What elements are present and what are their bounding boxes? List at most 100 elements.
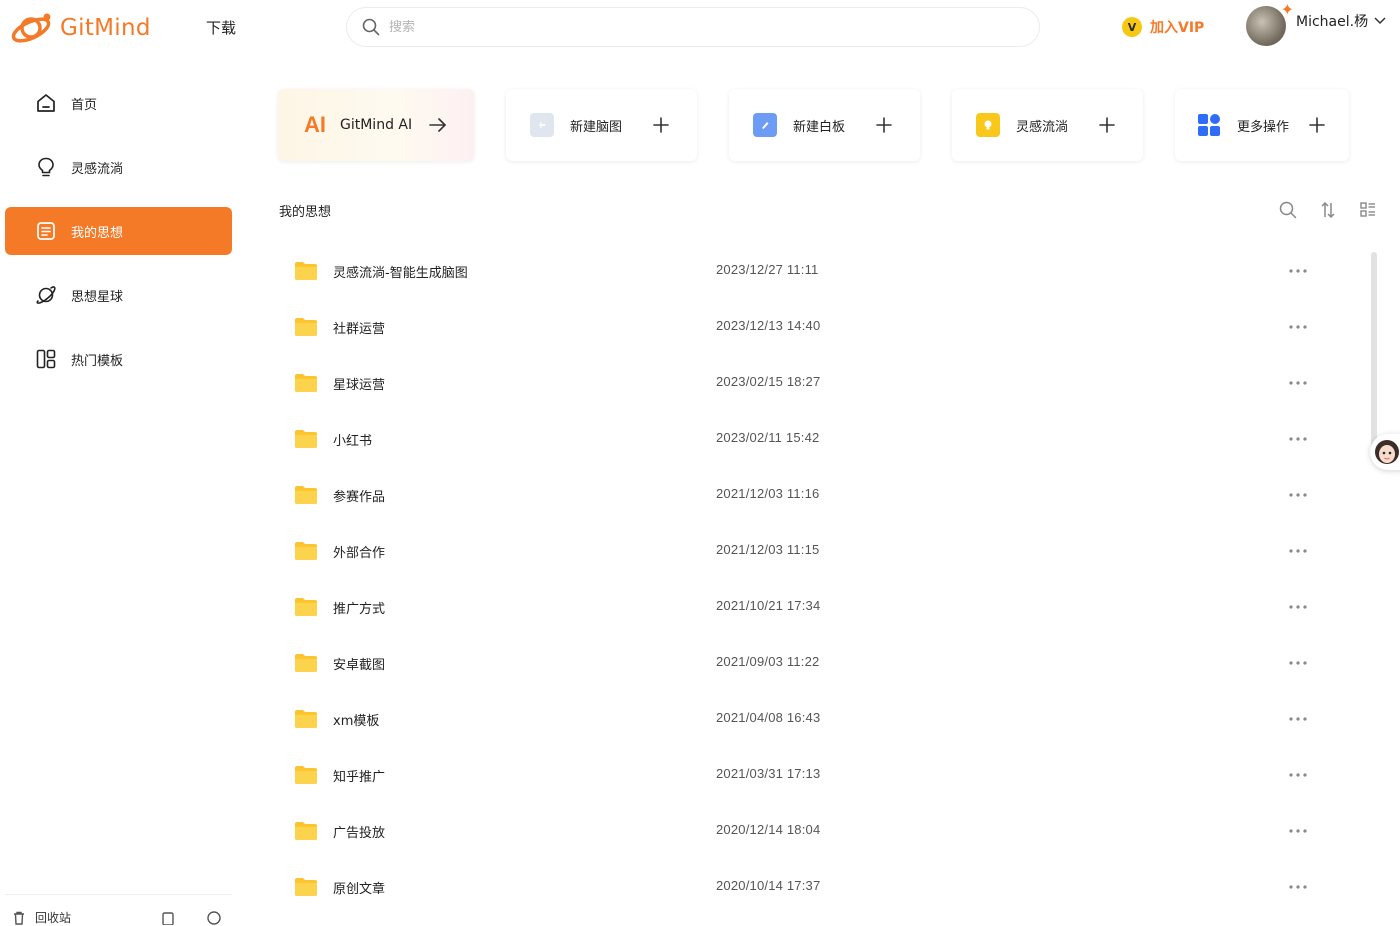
search-icon[interactable] — [1278, 200, 1298, 220]
folder-row[interactable]: 知乎推广 2021/03/31 17:13 — [278, 747, 1338, 803]
vip-badge-icon: V — [1122, 17, 1142, 37]
ai-card-label: GitMind AI — [340, 117, 413, 133]
sidebar-item-label: 首页 — [71, 97, 98, 113]
gitmind-logo[interactable]: GitMind — [10, 8, 151, 48]
folder-name: 广告投放 — [333, 826, 386, 841]
new-mindmap-label: 新建脑图 — [570, 119, 623, 135]
search-icon — [362, 18, 380, 36]
folder-icon — [295, 430, 317, 448]
more-options-icon[interactable] — [1286, 877, 1310, 897]
list-view-icon[interactable] — [1358, 200, 1378, 220]
sidebar-item-home[interactable]: 首页 — [5, 79, 232, 127]
sort-icon[interactable] — [1318, 200, 1338, 220]
search-input[interactable] — [389, 19, 989, 35]
folder-name: 社群运营 — [333, 322, 386, 337]
more-options-icon[interactable] — [1286, 709, 1310, 729]
new-mindmap-card[interactable]: 新建脑图 — [506, 89, 697, 161]
folder-icon — [295, 654, 317, 672]
folder-name: 灵感流淌-智能生成脑图 — [333, 266, 468, 281]
search-bar[interactable] — [346, 7, 1040, 47]
folder-icon — [295, 878, 317, 896]
folder-name: 星球运营 — [333, 378, 386, 393]
new-whiteboard-card[interactable]: 新建白板 — [729, 89, 920, 161]
folder-row[interactable]: 星球运营 2023/02/15 18:27 — [278, 355, 1338, 411]
folder-row[interactable]: 广告投放 2020/12/14 18:04 — [278, 803, 1338, 859]
more-options-icon[interactable] — [1286, 653, 1310, 673]
more-actions-card[interactable]: 更多操作 — [1175, 89, 1349, 161]
folder-name: 知乎推广 — [333, 770, 386, 785]
assistant-face-icon — [1375, 440, 1399, 464]
folder-icon — [295, 542, 317, 560]
home-icon — [37, 94, 55, 112]
user-menu[interactable]: ✦ Michael.杨 — [1246, 0, 1386, 46]
clipboard-icon[interactable] — [161, 911, 175, 925]
lightbulb-icon — [976, 113, 1000, 137]
folder-row[interactable]: 推广方式 2021/10/21 17:34 — [278, 579, 1338, 635]
sidebar-item-thought-planet[interactable]: 思想星球 — [5, 271, 232, 319]
folder-row[interactable]: 原创文章 2020/10/14 17:37 — [278, 859, 1338, 915]
folder-row[interactable]: 外部合作 2021/12/03 11:15 — [278, 523, 1338, 579]
more-options-icon[interactable] — [1286, 821, 1310, 841]
template-icon — [36, 349, 56, 369]
sidebar-item-label: 热门模板 — [71, 353, 124, 369]
plus-icon — [1309, 117, 1325, 133]
plus-icon — [653, 117, 669, 133]
folder-date: 2021/09/03 11:22 — [716, 654, 820, 669]
more-options-icon[interactable] — [1286, 765, 1310, 785]
more-options-icon[interactable] — [1286, 485, 1310, 505]
sidebar-item-my-thoughts[interactable]: 我的思想 — [5, 207, 232, 255]
folder-date: 2023/02/11 15:42 — [716, 430, 820, 445]
folder-row[interactable]: 灵感流淌-智能生成脑图 2023/12/27 11:11 — [278, 243, 1338, 299]
join-vip-button[interactable]: V 加入VIP — [1122, 17, 1204, 37]
folder-icon — [295, 598, 317, 616]
gitmind-logo-icon — [11, 13, 51, 43]
plus-icon — [1099, 117, 1115, 133]
folder-row[interactable]: 小红书 2023/02/11 15:42 — [278, 411, 1338, 467]
folder-date: 2023/02/15 18:27 — [716, 374, 821, 389]
more-options-icon[interactable] — [1286, 541, 1310, 561]
brand-name: GitMind — [60, 15, 151, 41]
top-header: GitMind 下载 V 加入VIP ✦ Michael.杨 — [0, 0, 1400, 56]
folder-row[interactable]: xm模板 2021/04/08 16:43 — [278, 691, 1338, 747]
folder-row[interactable]: 参赛作品 2021/12/03 11:16 — [278, 467, 1338, 523]
folder-date: 2023/12/27 11:11 — [716, 262, 819, 277]
more-options-icon[interactable] — [1286, 597, 1310, 617]
more-options-icon[interactable] — [1286, 261, 1310, 281]
sidebar-item-label: 思想星球 — [71, 289, 124, 305]
scrollbar[interactable] — [1371, 252, 1377, 457]
folder-date: 2021/03/31 17:13 — [716, 766, 821, 781]
sidebar-item-inspiration[interactable]: 灵感流淌 — [5, 143, 232, 191]
download-link[interactable]: 下载 — [206, 17, 236, 38]
more-options-icon[interactable] — [1286, 317, 1310, 337]
more-options-icon[interactable] — [1286, 429, 1310, 449]
folder-date: 2021/04/08 16:43 — [716, 710, 821, 725]
folder-name: xm模板 — [333, 714, 380, 729]
trash-button[interactable]: 回收站 — [11, 909, 71, 926]
folder-date: 2020/10/14 17:37 — [716, 878, 821, 893]
folder-date: 2021/12/03 11:16 — [716, 486, 820, 501]
avatar: ✦ — [1246, 0, 1294, 46]
crown-icon: ✦ — [1280, 0, 1294, 19]
new-whiteboard-label: 新建白板 — [793, 119, 846, 135]
folder-row[interactable]: 社群运营 2023/12/13 14:40 — [278, 299, 1338, 355]
user-name: Michael.杨 — [1296, 14, 1369, 30]
sidebar-item-templates[interactable]: 热门模板 — [5, 335, 232, 383]
more-options-icon[interactable] — [1286, 373, 1310, 393]
folder-icon — [295, 486, 317, 504]
lightbulb-icon — [38, 157, 54, 177]
folder-icon — [295, 262, 317, 280]
folder-date: 2021/10/21 17:34 — [716, 598, 821, 613]
help-icon[interactable] — [207, 911, 221, 925]
folder-row[interactable]: 安卓截图 2021/09/03 11:22 — [278, 635, 1338, 691]
folder-date: 2020/12/14 18:04 — [716, 822, 821, 837]
mindmap-file-icon — [530, 113, 554, 137]
folder-name: 参赛作品 — [333, 490, 386, 505]
gitmind-ai-card[interactable]: AI GitMind AI — [278, 89, 474, 161]
assistant-avatar[interactable] — [1370, 434, 1400, 470]
sidebar: 首页 灵感流淌 我的思想 思想星球 热门模板 回收站 — [0, 56, 248, 925]
folder-icon — [295, 374, 317, 392]
vip-label: 加入VIP — [1150, 20, 1205, 36]
arrow-right-icon — [429, 118, 446, 132]
folder-name: 外部合作 — [333, 546, 386, 561]
inspiration-card[interactable]: 灵感流淌 — [952, 89, 1143, 161]
